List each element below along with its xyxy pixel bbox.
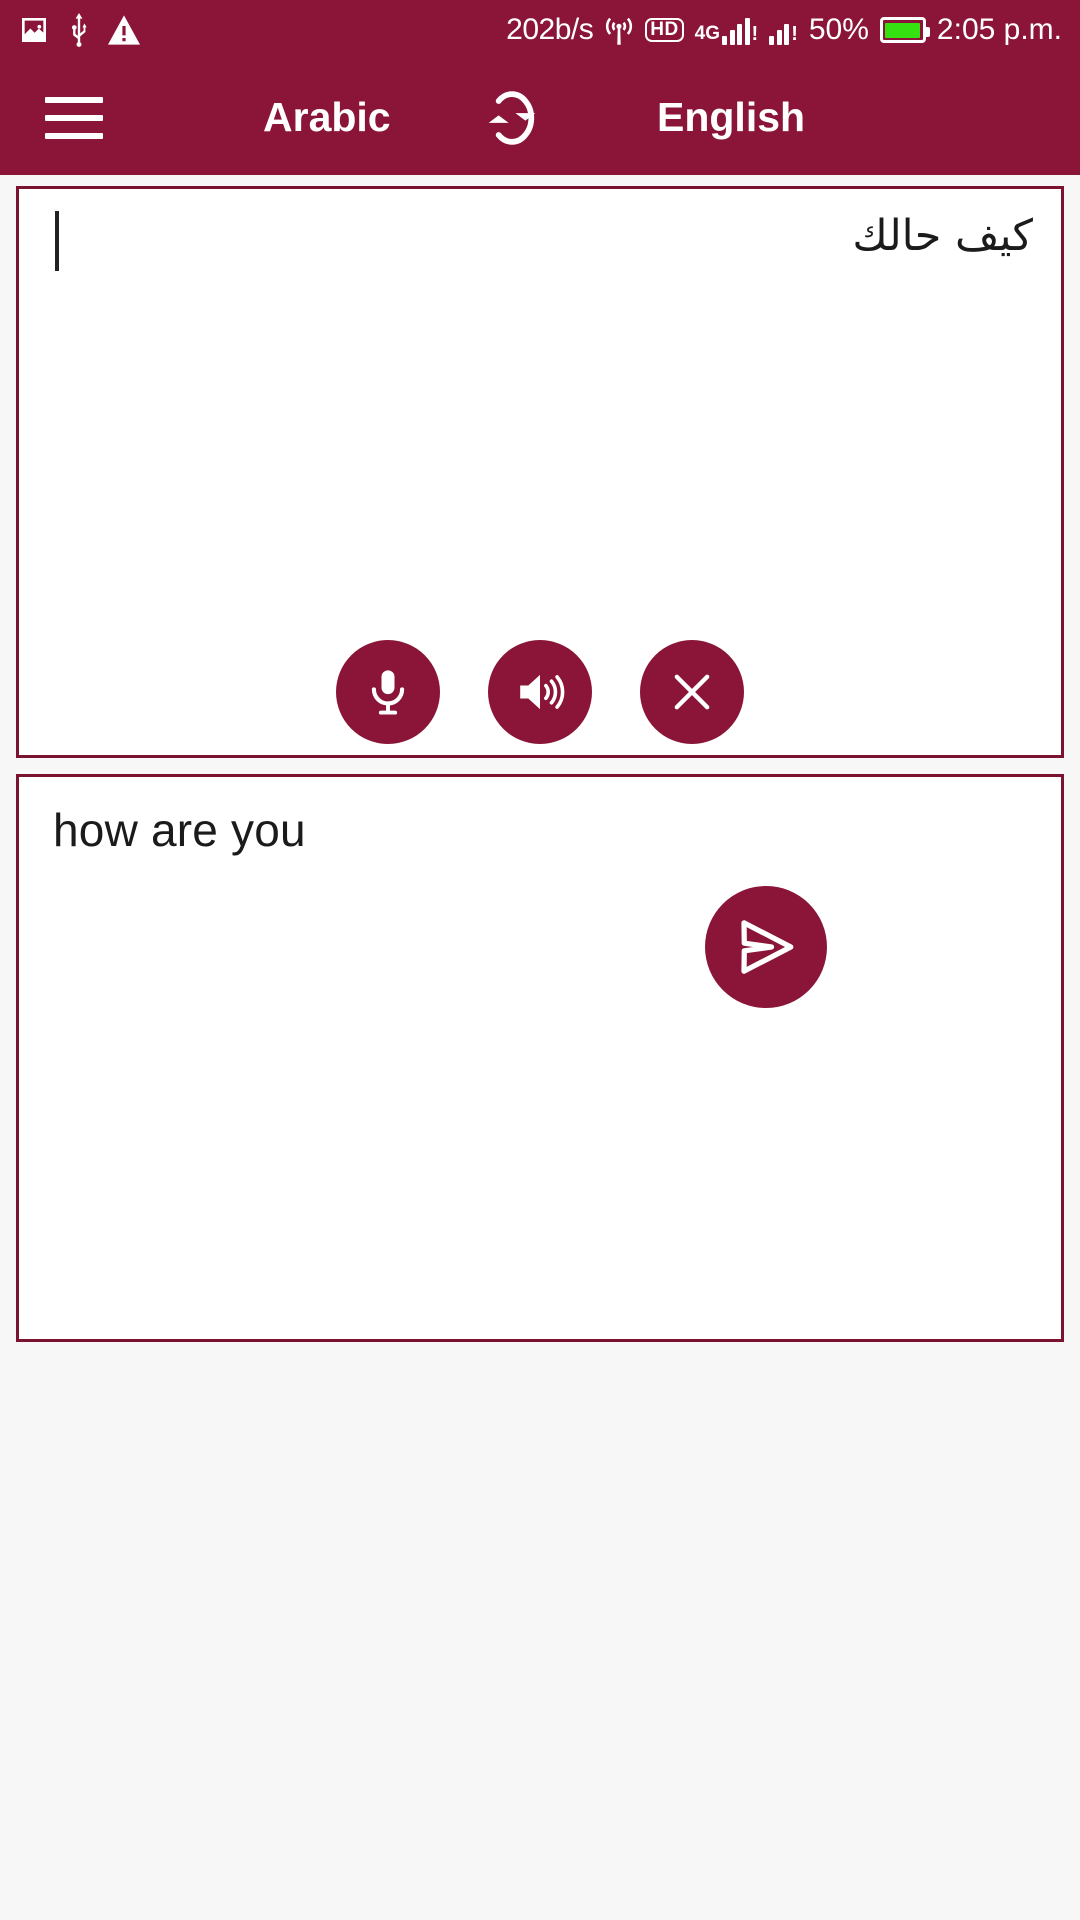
close-icon: [674, 674, 710, 710]
source-text-panel[interactable]: كيف حالك: [16, 186, 1064, 758]
hamburger-menu-icon[interactable]: [45, 96, 103, 139]
send-icon: [741, 920, 794, 974]
microphone-button[interactable]: [336, 640, 440, 744]
swap-arrows-glyph: [488, 90, 536, 145]
clear-text-button[interactable]: [640, 640, 744, 744]
source-text[interactable]: كيف حالك: [852, 211, 1033, 261]
network-generation-label: 4G: [694, 23, 721, 44]
text-caret: [55, 211, 59, 271]
translated-text: how are you: [53, 804, 306, 856]
source-language-button[interactable]: Arabic: [263, 94, 391, 141]
hotspot-icon: [606, 17, 633, 45]
battery-icon: [879, 17, 930, 43]
target-language-button[interactable]: English: [657, 94, 805, 141]
status-bar-right-icons: 202b/s HD 4G ! ! 50% 2:05 p.m.: [506, 13, 1062, 47]
microphone-icon: [371, 670, 405, 715]
status-bar: 202b/s HD 4G ! ! 50% 2:05 p.m.: [0, 0, 1080, 60]
clock-text: 2:05 p.m.: [936, 13, 1062, 46]
signal-bars-primary: [722, 18, 750, 45]
usb-icon: [71, 13, 87, 47]
network-speed-text: 202b/s: [506, 13, 594, 46]
speaker-button[interactable]: [488, 640, 592, 744]
image-icon: [22, 18, 46, 42]
signal-bars-secondary: [769, 24, 790, 45]
send-translate-button[interactable]: [705, 886, 827, 1008]
hd-voice-badge: HD: [645, 17, 684, 43]
battery-percent-text: 50%: [808, 13, 869, 46]
swap-languages-icon[interactable]: [471, 77, 553, 159]
signal-exclaim-secondary: !: [791, 23, 798, 45]
target-text-panel[interactable]: how are you: [16, 774, 1064, 1342]
battery-fill: [885, 22, 921, 38]
app-header: Arabic English: [0, 60, 1080, 175]
signal-indicator-secondary: !: [769, 15, 798, 45]
status-bar-left-icons: [18, 13, 140, 47]
source-action-buttons: [19, 640, 1061, 744]
signal-exclaim-primary: !: [751, 23, 759, 45]
speaker-icon: [520, 674, 565, 710]
signal-indicator-primary: 4G !: [694, 15, 759, 45]
warning-icon: [108, 15, 140, 45]
